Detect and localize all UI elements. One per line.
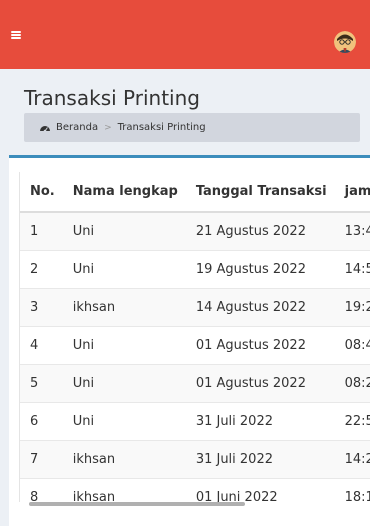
cell-tanggal: 14 Agustus 2022 [185,288,335,327]
transactions-table: No. Nama lengkap Tanggal Transaksi jam 1… [20,172,370,502]
cell-jam: 22:5 [334,402,370,441]
cell-no: 1 [20,212,63,251]
cell-jam: 14:5 [334,250,370,289]
content-header: Transaksi Printing Beranda > Transaksi P… [0,69,370,155]
cell-jam: 19:2 [334,288,370,327]
cell-jam: 08:4 [334,326,370,365]
cell-no: 5 [20,364,63,403]
table-scroll-container[interactable]: No. Nama lengkap Tanggal Transaksi jam 1… [19,172,370,502]
cell-jam: 18:1 [334,478,370,502]
cell-nama: Uni [62,326,186,365]
cell-no: 8 [20,478,63,502]
cell-nama: Uni [62,402,186,441]
transactions-panel: No. Nama lengkap Tanggal Transaksi jam 1… [9,155,370,526]
table-row: 6Uni31 Juli 202222:5 [20,402,370,441]
cell-tanggal: 01 Agustus 2022 [185,364,335,403]
column-header-no: No. [20,172,63,213]
table-row: 1Uni21 Agustus 202213:4 [20,212,370,251]
table-body: 1Uni21 Agustus 202213:42Uni19 Agustus 20… [20,212,370,502]
cell-nama: Uni [62,364,186,403]
cell-no: 6 [20,402,63,441]
cell-jam: 14:2 [334,440,370,479]
scrollbar-thumb[interactable] [29,502,245,506]
column-header-nama: Nama lengkap [62,172,186,213]
table-row: 5Uni01 Agustus 202208:2 [20,364,370,403]
cell-jam: 13:4 [334,212,370,251]
table-row: 2Uni19 Agustus 202214:5 [20,250,370,289]
cell-tanggal: 01 Juni 2022 [185,478,335,502]
cell-tanggal: 01 Agustus 2022 [185,326,335,365]
breadcrumb: Beranda > Transaksi Printing [24,113,360,142]
dashboard-icon [40,126,50,132]
table-row: 7ikhsan31 Juli 202214:2 [20,440,370,479]
breadcrumb-home-link[interactable]: Beranda [56,122,98,133]
cell-jam: 08:2 [334,364,370,403]
top-navbar [0,0,370,69]
cell-nama: Uni [62,212,186,251]
user-avatar-icon[interactable] [334,31,356,53]
column-header-jam: jam [334,172,370,213]
table-header-row: No. Nama lengkap Tanggal Transaksi jam [20,172,370,213]
cell-tanggal: 31 Juli 2022 [185,402,335,441]
cell-no: 4 [20,326,63,365]
column-header-tanggal: Tanggal Transaksi [185,172,335,213]
table-row: 3ikhsan14 Agustus 202219:2 [20,288,370,327]
cell-nama: ikhsan [62,440,186,479]
table-row: 8ikhsan01 Juni 202218:1 [20,478,370,502]
cell-no: 3 [20,288,63,327]
cell-nama: ikhsan [62,478,186,502]
cell-no: 2 [20,250,63,289]
cell-nama: ikhsan [62,288,186,327]
hamburger-icon[interactable] [11,31,21,39]
cell-tanggal: 19 Agustus 2022 [185,250,335,289]
breadcrumb-separator: > [104,122,112,133]
cell-nama: Uni [62,250,186,289]
cell-tanggal: 21 Agustus 2022 [185,212,335,251]
cell-tanggal: 31 Juli 2022 [185,440,335,479]
cell-no: 7 [20,440,63,479]
table-row: 4Uni01 Agustus 202208:4 [20,326,370,365]
breadcrumb-current: Transaksi Printing [117,122,206,133]
page-title: Transaksi Printing [24,86,200,110]
horizontal-scrollbar[interactable] [19,502,370,508]
